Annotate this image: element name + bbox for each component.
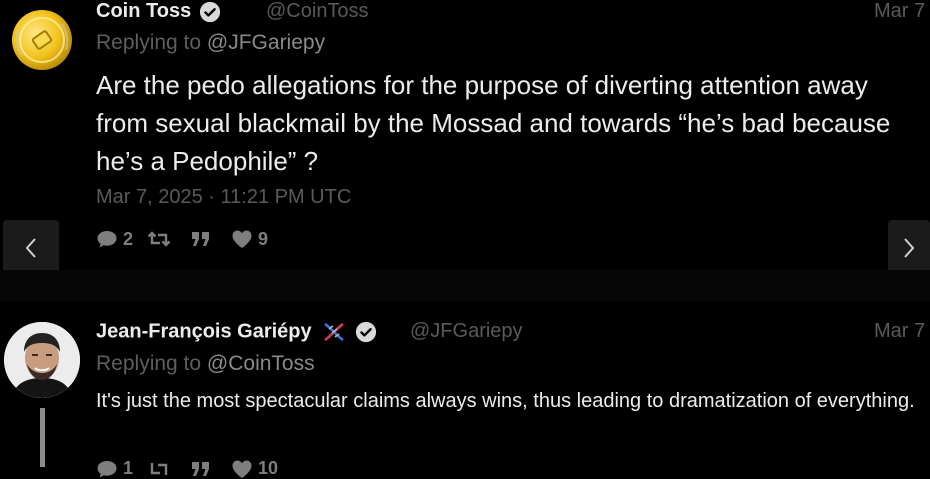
replying-to-link[interactable]: @JFGariepy [207, 31, 325, 54]
like-stat[interactable]: 9 [231, 229, 268, 250]
avatar-coin-toss[interactable] [12, 10, 72, 70]
author-name-text[interactable]: Coin Toss [96, 0, 191, 22]
retweet-icon [150, 462, 168, 475]
next-button[interactable] [888, 220, 930, 276]
reply-comment-count: 1 [123, 458, 134, 478]
reply-replying-to: Replying to @CoinToss [96, 352, 315, 376]
reply-content: It's just the most spectacular claims al… [96, 390, 915, 412]
comment-icon [97, 231, 117, 248]
reply-stats: 1 10 [96, 458, 278, 479]
dna-emoji-icon [324, 322, 344, 342]
verified-icon [355, 321, 376, 343]
reply-comment-stat[interactable]: 1 [96, 458, 133, 479]
comment-stat[interactable]: 2 [96, 229, 133, 250]
coin-icon [15, 17, 69, 63]
retweet-icon [147, 231, 171, 247]
author-handle[interactable]: @CoinToss [266, 0, 369, 23]
verified-icon [199, 1, 220, 22]
person-photo-icon [4, 322, 80, 398]
comment-icon [97, 460, 117, 477]
author-name[interactable]: Coin Toss [96, 0, 221, 23]
reply-author-name[interactable]: Jean-François Gariépy [96, 320, 377, 344]
reply-replying-to-link[interactable]: @CoinToss [207, 352, 315, 375]
reply-author-name-text[interactable]: Jean-François Gariépy [96, 320, 312, 342]
replying-to: Replying to @JFGariepy [96, 31, 325, 55]
like-count: 9 [258, 228, 269, 249]
tweet-date-link[interactable]: Mar 7 [874, 0, 925, 23]
retweet-stat[interactable] [147, 230, 176, 248]
comment-count: 2 [123, 228, 134, 249]
avatar-jean-francois-gariepy[interactable] [4, 322, 80, 398]
reply-date-link[interactable]: Mar 7 [874, 320, 925, 343]
tweet-main: Coin Toss @CoinToss Mar 7 Replying to @J… [0, 0, 930, 270]
reply-retweet-stat[interactable] [147, 458, 176, 479]
quote-icon [192, 461, 210, 476]
reply-quote-stat[interactable] [190, 458, 217, 479]
heart-icon [232, 460, 252, 478]
replying-prefix: Replying to [96, 31, 207, 54]
tweet-content: Are the pedo allegations for the purpose… [96, 70, 891, 176]
quote-icon [192, 232, 210, 246]
quote-stat[interactable] [190, 230, 217, 248]
thread-separator [0, 270, 930, 302]
thread-line [40, 408, 45, 467]
reply-author-handle[interactable]: @JFGariepy [410, 320, 523, 343]
heart-icon [232, 230, 252, 248]
reply-replying-prefix: Replying to [96, 352, 207, 375]
tweet-stats: 2 9 [96, 228, 268, 250]
reply-like-stat[interactable]: 10 [231, 458, 278, 479]
reply-like-count: 10 [258, 458, 279, 478]
tweet-full-date[interactable]: Mar 7, 2025 · 11:21 PM UTC [96, 186, 351, 209]
previous-button[interactable] [3, 220, 59, 276]
chevron-left-icon [25, 238, 36, 258]
chevron-right-icon [904, 238, 915, 258]
